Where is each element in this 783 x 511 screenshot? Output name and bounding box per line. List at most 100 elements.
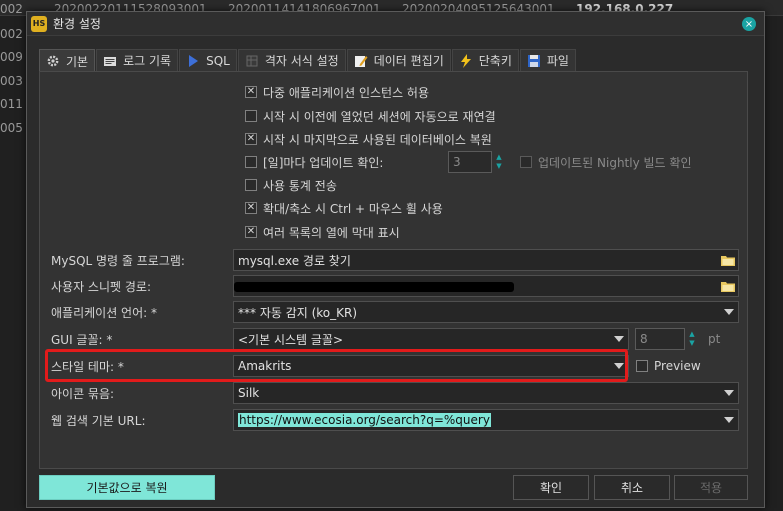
checkbox-column-bars[interactable]: ✕ 여러 목록의 열에 막대 표시: [245, 223, 400, 241]
checkbox[interactable]: [245, 179, 257, 191]
checkbox[interactable]: ✕: [245, 86, 257, 98]
checkbox-preview[interactable]: Preview: [636, 357, 701, 375]
checkbox-label: 다중 애플리케이션 인스턴스 허용: [263, 85, 430, 100]
tab-grid-format[interactable]: 격자 서식 설정: [237, 49, 346, 71]
checkbox[interactable]: ✕: [245, 202, 257, 214]
update-interval-spinner[interactable]: 3: [448, 151, 492, 173]
log-icon: [103, 54, 117, 68]
tab-data-editor[interactable]: 데이터 편집기: [346, 49, 451, 71]
checkbox[interactable]: [245, 156, 257, 168]
tab-label: SQL: [206, 53, 230, 68]
theme-highlight-box: [45, 349, 628, 382]
chevron-down-icon[interactable]: [724, 309, 734, 315]
bg-cell: 002: [0, 2, 23, 16]
apply-button[interactable]: 적용: [674, 475, 748, 500]
bg-cell: 009: [0, 50, 23, 64]
restore-defaults-button[interactable]: 기본값으로 복원: [39, 475, 215, 500]
checkbox[interactable]: ✕: [245, 226, 257, 238]
title-bar[interactable]: HS 환경 설정 ×: [27, 12, 764, 36]
save-icon: [527, 54, 541, 68]
language-select[interactable]: *** 자동 감지 (ko_KR): [233, 301, 739, 323]
checkbox-label: Preview: [654, 359, 701, 373]
field-value-selected: https://www.ecosia.org/search?q=%query: [238, 413, 491, 427]
checkbox[interactable]: ✕: [245, 133, 257, 145]
up-arrow-icon[interactable]: ▲: [689, 330, 694, 339]
background-left-column: 002 002 009 003 011 005: [0, 2, 23, 144]
tab-label: 로그 기록: [123, 54, 172, 68]
tab-label: 데이터 편집기: [373, 54, 444, 68]
gui-font-label: GUI 글꼴: *: [51, 332, 113, 347]
lightning-icon: [459, 53, 473, 68]
checkbox-ctrl-wheel-zoom[interactable]: ✕ 확대/축소 시 Ctrl + 마우스 휠 사용: [245, 199, 443, 217]
checkbox-label: 업데이트된 Nightly 빌드 확인: [538, 155, 692, 170]
checkbox[interactable]: [636, 360, 648, 372]
folder-icon[interactable]: [721, 254, 735, 266]
sql-arrow-icon: [186, 54, 200, 68]
tab-sql[interactable]: SQL: [179, 49, 237, 71]
mysql-label: MySQL 명령 줄 프로그램:: [51, 253, 185, 268]
checkbox-label: [일]마다 업데이트 확인:: [263, 155, 384, 170]
checkbox-label: 시작 시 마지막으로 사용된 데이터베이스 복원: [263, 132, 492, 147]
field-value: <기본 시스템 글꼴>: [238, 332, 344, 347]
checkbox-label: 사용 통계 전송: [263, 178, 337, 193]
general-settings-panel: ✕ 다중 애플리케이션 인스턴스 허용 시작 시 이전에 열었던 세션에 자동으…: [39, 71, 748, 469]
checkbox-multiple-instances[interactable]: ✕ 다중 애플리케이션 인스턴스 허용: [245, 83, 429, 101]
down-arrow-icon[interactable]: ▼: [689, 339, 694, 348]
icon-pack-select[interactable]: Silk: [233, 382, 739, 404]
checkbox[interactable]: [520, 156, 532, 168]
font-size-arrows[interactable]: ▲ ▼: [686, 328, 698, 350]
preferences-dialog: HS 환경 설정 × 기본 로그 기록 SQL 격자 서식 설정 데이터 편집기…: [26, 11, 765, 508]
tab-logging[interactable]: 로그 기록: [96, 49, 179, 71]
icon-pack-label: 아이콘 묶음:: [51, 386, 115, 401]
field-value: Silk: [238, 386, 260, 400]
checkbox-update-check[interactable]: [일]마다 업데이트 확인:: [245, 153, 383, 171]
tab-shortcuts[interactable]: 단축키: [451, 49, 519, 71]
grid-icon: [245, 54, 259, 68]
update-interval-arrows[interactable]: ▲ ▼: [493, 151, 505, 173]
font-size-spinner[interactable]: 8: [635, 328, 685, 350]
field-value: mysql.exe 경로 찾기: [238, 253, 351, 268]
font-size-unit: pt: [708, 332, 721, 346]
bg-cell: 011: [0, 97, 23, 111]
checkbox-restore-database[interactable]: ✕ 시작 시 마지막으로 사용된 데이터베이스 복원: [245, 130, 492, 148]
tab-files[interactable]: 파일: [519, 49, 576, 71]
ok-button[interactable]: 확인: [513, 475, 589, 500]
folder-icon[interactable]: [721, 280, 735, 292]
chevron-down-icon[interactable]: [724, 417, 734, 423]
web-search-url-select[interactable]: https://www.ecosia.org/search?q=%query: [233, 409, 739, 431]
bg-cell: 003: [0, 73, 23, 88]
app-icon: HS: [31, 15, 47, 32]
snippets-path-field[interactable]: [233, 275, 739, 297]
up-arrow-icon[interactable]: ▲: [496, 153, 501, 162]
down-arrow-icon[interactable]: ▼: [496, 162, 501, 171]
web-search-label: 웹 검색 기본 URL:: [51, 413, 146, 428]
chevron-down-icon[interactable]: [724, 390, 734, 396]
cancel-button[interactable]: 취소: [594, 475, 670, 500]
checkbox-label: 확대/축소 시 Ctrl + 마우스 휠 사용: [263, 201, 443, 216]
tab-label: 파일: [546, 54, 569, 68]
redacted-bar: [234, 282, 514, 292]
dialog-title: 환경 설정: [53, 17, 101, 31]
checkbox-label: 시작 시 이전에 열었던 세션에 자동으로 재연결: [263, 109, 496, 124]
bg-cell: 002: [0, 26, 23, 41]
checkbox[interactable]: [245, 110, 257, 122]
spinner-value: 3: [453, 155, 461, 169]
tab-label: 기본: [66, 54, 89, 69]
bg-cell: 005: [0, 120, 23, 135]
checkbox-reconnect-sessions[interactable]: 시작 시 이전에 열었던 세션에 자동으로 재연결: [245, 107, 496, 125]
field-value: *** 자동 감지 (ko_KR): [238, 305, 358, 320]
language-label: 애플리케이션 언어: *: [51, 305, 157, 320]
chevron-down-icon[interactable]: [614, 336, 624, 342]
mysql-path-field[interactable]: mysql.exe 경로 찾기: [233, 249, 739, 271]
close-button[interactable]: ×: [742, 17, 756, 31]
tab-label: 단축키: [478, 54, 512, 68]
checkbox-usage-stats[interactable]: 사용 통계 전송: [245, 176, 337, 194]
checkbox-nightly-builds[interactable]: 업데이트된 Nightly 빌드 확인: [520, 153, 691, 171]
tab-general[interactable]: 기본: [39, 49, 96, 72]
edit-icon: [354, 54, 368, 68]
tab-label: 격자 서식 설정: [264, 54, 339, 68]
spinner-value: 8: [640, 332, 648, 346]
gui-font-select[interactable]: <기본 시스템 글꼴>: [233, 328, 629, 350]
snippets-label: 사용자 스니펫 경로:: [51, 279, 151, 294]
gear-icon: [46, 54, 60, 68]
